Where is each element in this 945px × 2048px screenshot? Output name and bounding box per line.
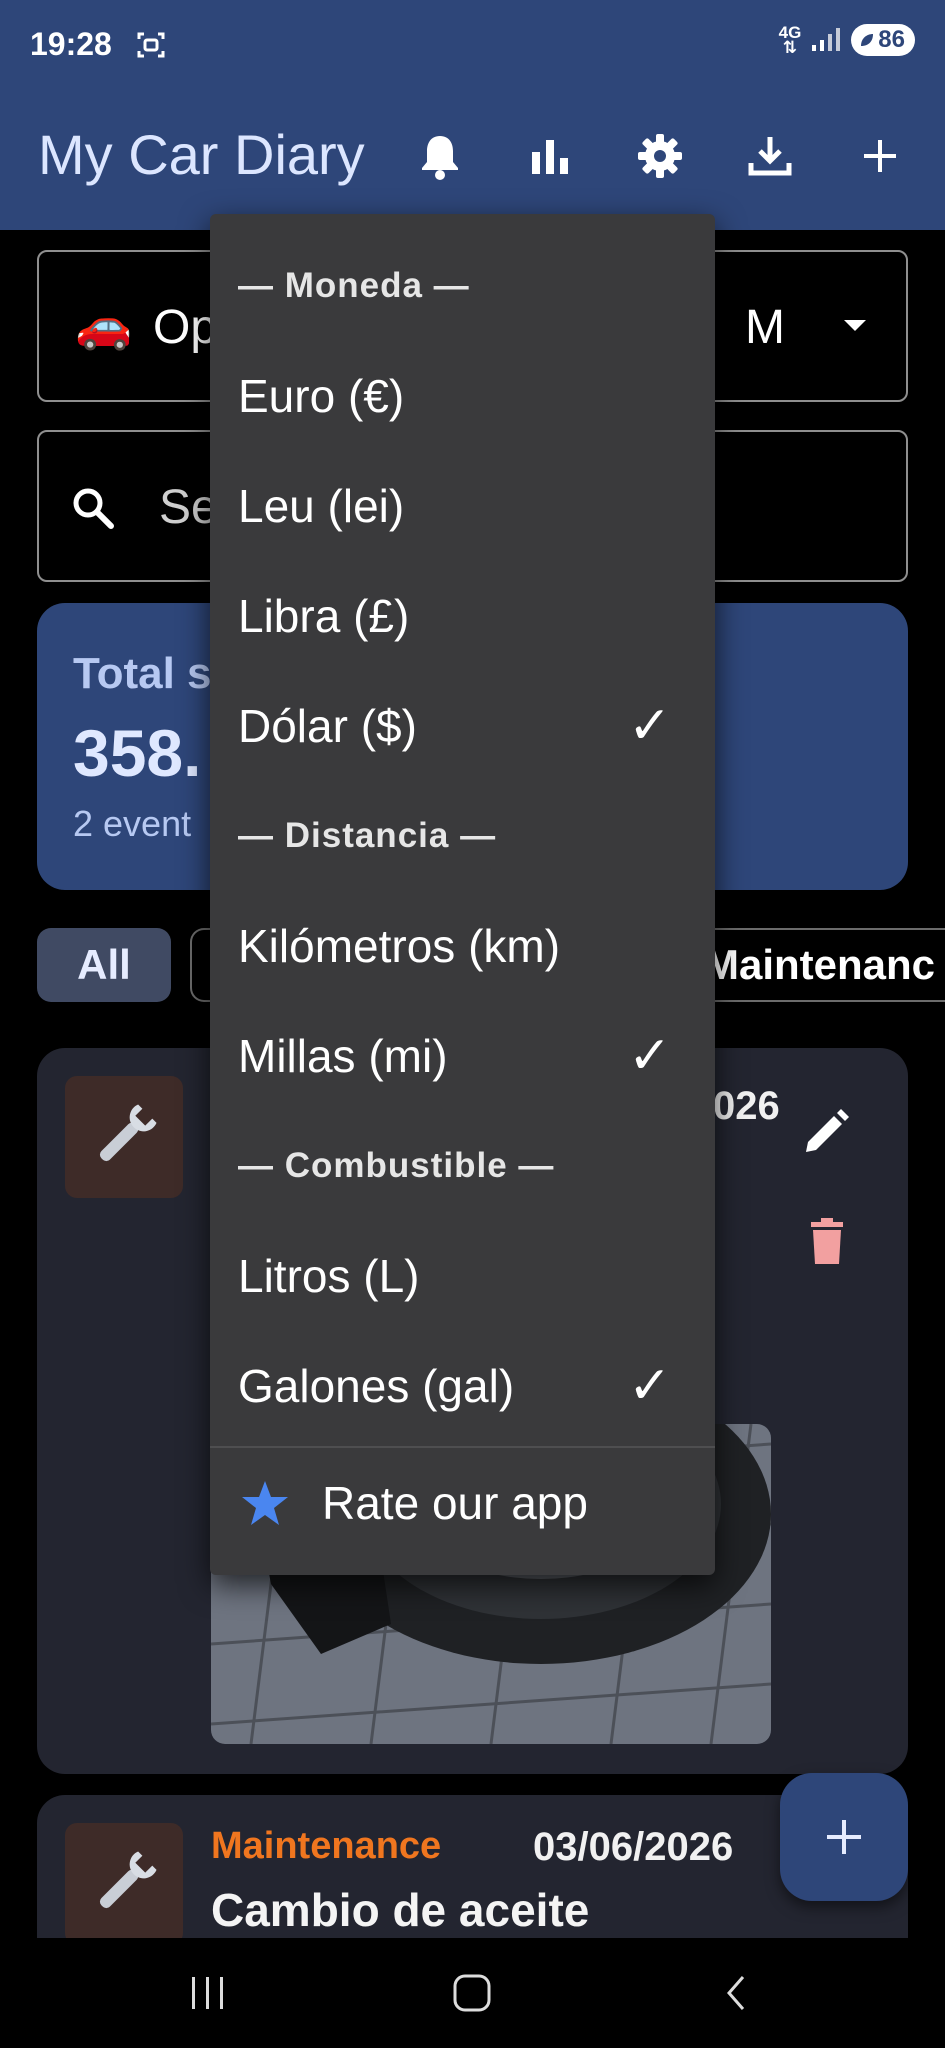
summary-label: Total s (73, 649, 212, 698)
event-category: Maintenance (211, 1825, 442, 1867)
nav-back-button[interactable] (706, 1968, 766, 2018)
car-emoji: 🚗 (75, 299, 133, 351)
menu-item-label: Kilómetros (km) (238, 920, 561, 972)
menu-header-currency: — Moneda — (238, 266, 470, 305)
menu-item-euro[interactable]: Euro (€) (210, 346, 715, 446)
menu-item-millas[interactable]: Millas (mi) ✓ (210, 1006, 715, 1106)
event-title: Cambio de aceite (211, 1884, 590, 1936)
dropdown-caret-icon (844, 320, 866, 331)
nav-recents-icon (192, 1977, 223, 2009)
menu-item-libra[interactable]: Libra (£) (210, 566, 715, 666)
settings-popup-menu: — Moneda — Euro (€) Leu (lei) Libra (£) … (210, 214, 715, 1575)
app-title: My Car Diary (38, 123, 365, 186)
bell-icon (422, 136, 458, 180)
menu-header-fuel: — Combustible — (238, 1146, 555, 1185)
event-type-badge (65, 1076, 183, 1198)
menu-item-label: Galones (gal) (238, 1360, 515, 1412)
status-indicators: 4G ⇅ 86 (779, 24, 915, 56)
menu-item-dolar[interactable]: Dólar ($) ✓ (210, 676, 715, 776)
star-icon (242, 1481, 288, 1525)
event-type-badge (65, 1823, 183, 1945)
menu-header-distance: — Distancia — (238, 816, 497, 855)
menu-item-galones[interactable]: Galones (gal) ✓ (210, 1336, 715, 1436)
menu-item-kilometros[interactable]: Kilómetros (km) (210, 896, 715, 996)
download-icon (748, 137, 792, 176)
nav-home-button[interactable] (442, 1968, 502, 2018)
edit-icon[interactable] (800, 1108, 850, 1158)
gear-icon (638, 134, 682, 178)
event-date: 026 (713, 1084, 780, 1128)
stats-button[interactable] (524, 130, 576, 182)
vehicle-select-value: Op (153, 301, 218, 354)
settings-button[interactable] (634, 130, 686, 182)
download-button[interactable] (744, 130, 796, 182)
check-icon: ✓ (628, 1357, 672, 1415)
menu-item-label: Dólar ($) (238, 700, 417, 752)
add-event-fab[interactable] (780, 1773, 908, 1901)
menu-item-litros[interactable]: Litros (L) (210, 1226, 715, 1326)
delete-icon[interactable] (807, 1218, 847, 1266)
menu-item-label: Rate our app (322, 1477, 588, 1529)
leaf-icon (861, 34, 874, 46)
summary-event-count: 2 event (73, 803, 192, 844)
screenshot-icon (137, 32, 165, 58)
notifications-button[interactable] (414, 130, 466, 182)
menu-item-label: Euro (€) (238, 370, 405, 422)
menu-item-label: Millas (mi) (238, 1030, 448, 1082)
filter-chip-maintenance[interactable]: Maintenanc (690, 928, 945, 1002)
search-icon (73, 488, 114, 529)
search-placeholder: Se (159, 481, 218, 534)
nav-home-icon (453, 1974, 491, 2012)
app-bar: 19:28 4G ⇅ 86 My Car Diary (0, 0, 945, 230)
bar-chart-icon (532, 140, 568, 174)
menu-item-leu[interactable]: Leu (lei) (210, 456, 715, 556)
check-icon: ✓ (628, 697, 672, 755)
summary-total: 358. (73, 716, 202, 790)
menu-item-label: Litros (L) (238, 1250, 420, 1302)
menu-divider (210, 1446, 715, 1448)
nav-back-icon (727, 1976, 745, 2010)
wrench-icon (99, 1104, 157, 1162)
system-nav-bar (0, 1938, 945, 2048)
plus-icon (827, 1820, 861, 1854)
vehicle-select-value-tail: M (745, 301, 785, 354)
signal-icon (812, 28, 841, 51)
menu-item-label: Libra (£) (238, 590, 410, 642)
status-time: 19:28 (30, 26, 112, 62)
nav-recents-button[interactable] (178, 1968, 238, 2018)
filter-chip-all[interactable]: All (37, 928, 171, 1002)
network-type: 4G ⇅ (778, 23, 802, 57)
wrench-icon (99, 1851, 157, 1909)
add-button[interactable] (854, 130, 906, 182)
menu-item-label: Leu (lei) (238, 480, 405, 532)
plus-icon (864, 140, 896, 172)
event-date: 03/06/2026 (533, 1825, 734, 1869)
check-icon: ✓ (628, 1027, 672, 1085)
battery-indicator: 86 (851, 24, 915, 56)
menu-item-rate-app[interactable]: Rate our app (210, 1458, 715, 1558)
